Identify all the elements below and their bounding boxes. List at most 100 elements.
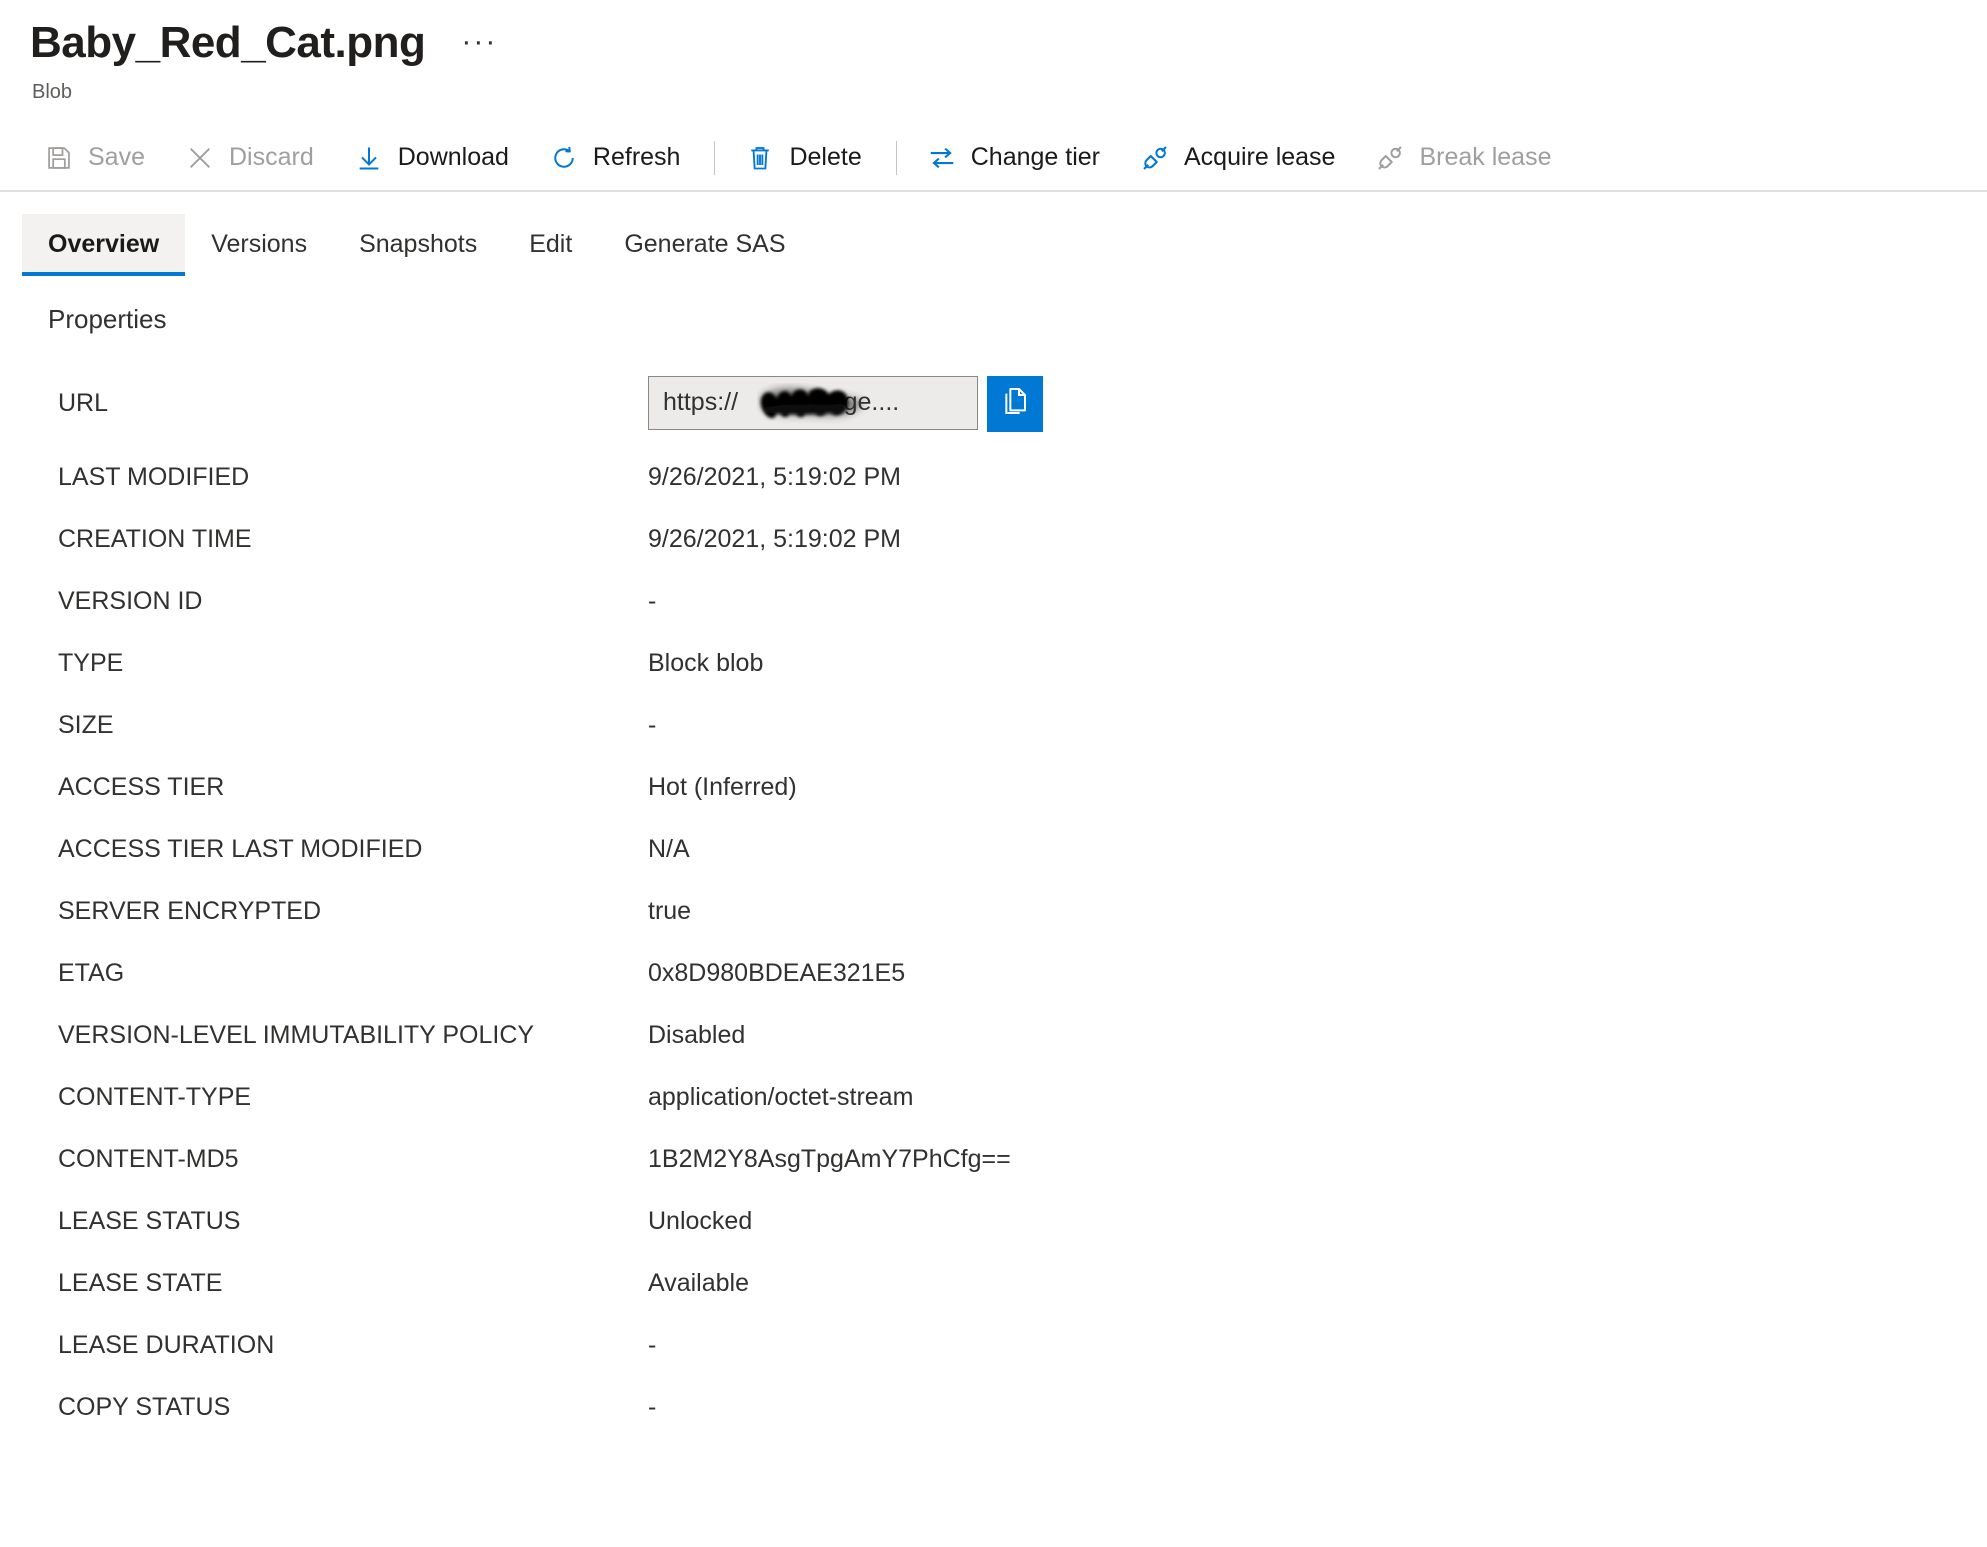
break-lease-icon xyxy=(1375,143,1405,173)
save-button[interactable]: Save xyxy=(30,137,161,179)
property-row: LEASE STATUS Unlocked xyxy=(48,1191,1987,1253)
acquire-lease-button[interactable]: Acquire lease xyxy=(1126,137,1351,179)
tab-snapshots-label: Snapshots xyxy=(359,230,478,259)
tab-versions[interactable]: Versions xyxy=(185,214,333,276)
refresh-icon xyxy=(549,143,579,173)
tab-edit[interactable]: Edit xyxy=(503,214,598,276)
property-label: CONTENT-MD5 xyxy=(58,1145,239,1174)
change-tier-icon xyxy=(927,143,957,173)
property-row: SIZE - xyxy=(48,695,1987,757)
property-value: - xyxy=(648,711,657,740)
break-lease-label: Break lease xyxy=(1419,143,1552,172)
url-value: https://xxxxstorage.... xyxy=(663,388,900,417)
tab-overview[interactable]: Overview xyxy=(22,213,186,276)
property-label: LEASE DURATION xyxy=(58,1331,275,1360)
property-row-url: URL https://xxxxstorage.... xyxy=(48,361,1987,447)
property-row: TYPE Block blob xyxy=(48,633,1987,695)
change-tier-button[interactable]: Change tier xyxy=(913,137,1116,179)
title-row: Baby_Red_Cat.png ··· xyxy=(30,18,1987,69)
more-options-button[interactable]: ··· xyxy=(455,25,503,59)
property-value: Unlocked xyxy=(648,1207,753,1236)
property-row: CONTENT-MD5 1B2M2Y8AsgTpgAmY7PhCfg== xyxy=(48,1129,1987,1191)
property-value: 9/26/2021, 5:19:02 PM xyxy=(648,525,901,554)
tab-edit-label: Edit xyxy=(529,230,573,259)
property-value: - xyxy=(648,1331,657,1360)
refresh-button[interactable]: Refresh xyxy=(535,137,697,179)
property-row: COPY STATUS - xyxy=(48,1377,1987,1439)
property-value: N/A xyxy=(648,835,690,864)
discard-button[interactable]: Discard xyxy=(171,137,330,179)
property-label: VERSION-LEVEL IMMUTABILITY POLICY xyxy=(58,1021,535,1050)
property-row: LAST MODIFIED 9/26/2021, 5:19:02 PM xyxy=(48,447,1987,509)
discard-label: Discard xyxy=(228,143,314,172)
property-row: VERSION ID - xyxy=(48,571,1987,633)
property-label: ACCESS TIER xyxy=(58,773,225,802)
property-rows: LAST MODIFIED 9/26/2021, 5:19:02 PM CREATI… xyxy=(48,447,1987,1439)
property-label: LAST MODIFIED xyxy=(58,463,250,492)
property-value: Disabled xyxy=(648,1021,746,1050)
property-row: LEASE STATE Available xyxy=(48,1253,1987,1315)
page-header: Baby_Red_Cat.png ··· Blob xyxy=(0,0,1987,104)
tab-bar: Overview Versions Snapshots Edit Generat… xyxy=(0,213,1987,276)
page-title: Baby_Red_Cat.png xyxy=(30,18,426,67)
copy-url-button[interactable] xyxy=(987,375,1043,432)
tab-versions-label: Versions xyxy=(211,230,308,259)
property-value: - xyxy=(648,587,657,616)
property-value: true xyxy=(648,897,692,926)
delete-label: Delete xyxy=(789,143,862,172)
property-row: SERVER ENCRYPTED true xyxy=(48,881,1987,943)
command-bar: Save Discard Download Refresh Delete Cha… xyxy=(0,126,1987,192)
toolbar-divider-2 xyxy=(895,140,897,175)
property-row: VERSION-LEVEL IMMUTABILITY POLICY Disable… xyxy=(48,1005,1987,1067)
property-label: SERVER ENCRYPTED xyxy=(58,897,322,926)
property-row: ETAG 0x8D980BDEAE321E5 xyxy=(48,943,1987,1005)
property-label: LEASE STATE xyxy=(58,1269,223,1298)
properties-heading: Properties xyxy=(48,303,167,334)
property-label: TYPE xyxy=(58,649,124,678)
tab-generate-sas-label: Generate SAS xyxy=(624,230,786,259)
url-field[interactable]: https://xxxxstorage.... xyxy=(648,375,978,430)
property-value: Block blob xyxy=(648,649,764,678)
property-row: CONTENT-TYPE application/octet-stream xyxy=(48,1067,1987,1129)
download-icon xyxy=(354,143,384,173)
property-label: VERSION ID xyxy=(58,587,203,616)
property-label-url: URL xyxy=(58,389,109,418)
property-row: CREATION TIME 9/26/2021, 5:19:02 PM xyxy=(48,509,1987,571)
download-label: Download xyxy=(397,143,509,172)
property-value: 1B2M2Y8AsgTpgAmY7PhCfg== xyxy=(648,1145,1011,1174)
acquire-lease-label: Acquire lease xyxy=(1183,143,1336,172)
properties-section: Properties URL https://xxxxstorage.... xyxy=(0,304,1987,1439)
property-row: ACCESS TIER Hot (Inferred) xyxy=(48,757,1987,819)
tab-generate-sas[interactable]: Generate SAS xyxy=(598,214,811,276)
copy-icon xyxy=(999,385,1031,422)
change-tier-label: Change tier xyxy=(970,143,1100,172)
property-label: ACCESS TIER LAST MODIFIED xyxy=(58,835,423,864)
property-label: LEASE STATUS xyxy=(58,1207,241,1236)
property-label: SIZE xyxy=(58,711,114,740)
property-value: 0x8D980BDEAE321E5 xyxy=(648,959,906,988)
acquire-lease-icon xyxy=(1140,143,1170,173)
discard-icon xyxy=(185,143,215,173)
property-value: - xyxy=(648,1393,657,1422)
property-label: ETAG xyxy=(58,959,125,988)
break-lease-button[interactable]: Break lease xyxy=(1361,137,1567,179)
url-control: https://xxxxstorage.... xyxy=(648,375,1043,432)
property-value: Hot (Inferred) xyxy=(648,773,797,802)
refresh-label: Refresh xyxy=(592,143,681,172)
delete-button[interactable]: Delete xyxy=(731,137,877,179)
tab-snapshots[interactable]: Snapshots xyxy=(333,214,503,276)
toolbar-divider xyxy=(714,140,716,175)
save-icon xyxy=(44,143,74,173)
tab-overview-label: Overview xyxy=(48,230,160,259)
property-label: CONTENT-TYPE xyxy=(58,1083,252,1112)
property-value: application/octet-stream xyxy=(648,1083,914,1112)
property-value: 9/26/2021, 5:19:02 PM xyxy=(648,463,901,492)
property-row: ACCESS TIER LAST MODIFIED N/A xyxy=(48,819,1987,881)
property-label: COPY STATUS xyxy=(58,1393,231,1422)
download-button[interactable]: Download xyxy=(340,137,525,179)
property-value: Available xyxy=(648,1269,750,1298)
property-label: CREATION TIME xyxy=(58,525,252,554)
page-subtitle: Blob xyxy=(32,80,73,103)
property-row: LEASE DURATION - xyxy=(48,1315,1987,1377)
delete-icon xyxy=(745,143,775,173)
